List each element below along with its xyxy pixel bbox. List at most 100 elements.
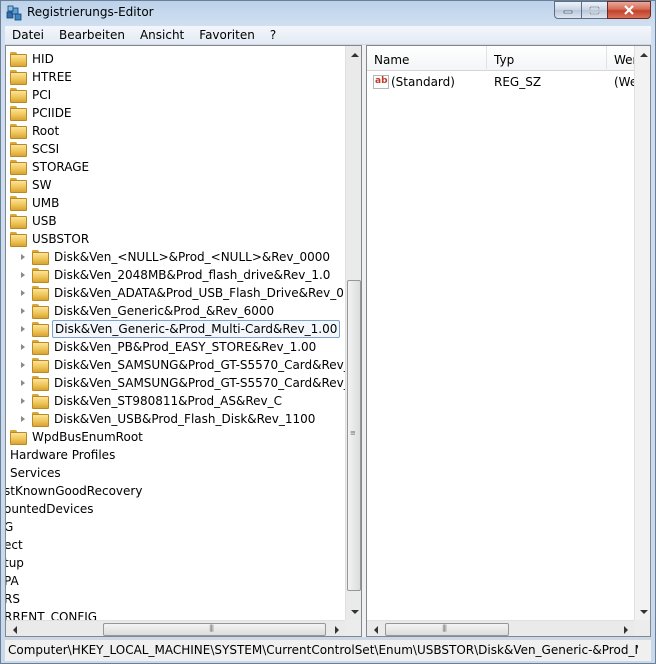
folder-icon [10,70,27,85]
tree-node[interactable]: Services [8,464,63,482]
tree-node[interactable]: Disk&Ven_2048MB&Prod_flash_drive&Rev_1.0 [19,266,332,284]
tree-node-label: SW [32,178,52,192]
tree-scroll-right-button[interactable] [328,621,345,636]
title-bar[interactable]: Registrierungs-Editor [1,1,655,25]
tree-node[interactable]: PCIIDE [10,104,74,122]
tree-node[interactable]: RS [6,590,22,608]
tree-node[interactable]: Disk&Ven_ADATA&Prod_USB_Flash_Drive&Rev_… [19,284,345,302]
arrow-right-icon [623,625,628,634]
folder-icon [32,340,49,355]
folder-icon [10,142,27,157]
tree-node[interactable]: Disk&Ven_Generic&Prod_&Rev_6000 [19,302,276,320]
folder-icon [32,304,49,319]
tree-node[interactable]: Disk&Ven_SAMSUNG&Prod_GT-S5570_Card&Rev_… [19,356,345,374]
tree-node[interactable]: PA [6,572,21,590]
folder-icon [32,394,49,409]
string-value-icon: ab [373,75,389,89]
tree-node[interactable]: WpdBusEnumRoot [10,428,145,446]
tree-node-label: Disk&Ven_USB&Prod_Flash_Disk&Rev_1100 [54,412,316,426]
maximize-icon [589,5,600,15]
tree-node[interactable]: USB [10,212,59,230]
menu-ansicht[interactable]: Ansicht [133,26,192,45]
tree-node-label: USBSTOR [32,232,90,246]
values-scroll-down-button[interactable] [635,603,650,620]
tree-node[interactable]: Hardware Profiles [8,446,117,464]
tree-node[interactable]: G [6,518,15,536]
expand-arrow-icon[interactable] [19,325,28,334]
tree-node-label: Disk&Ven_SAMSUNG&Prod_GT-S5570_Card&Rev_… [54,358,345,372]
arrow-left-icon [12,625,17,634]
menu-bearbeiten[interactable]: Bearbeiten [52,26,133,45]
tree-node[interactable]: PCI [10,86,53,104]
expand-arrow-icon[interactable] [19,397,28,406]
tree-node[interactable]: Disk&Ven_PB&Prod_EASY_STORE&Rev_1.00 [19,338,318,356]
value-name: (Standard) [391,75,455,89]
values-scroll-up-button[interactable] [635,46,650,63]
tree-horizontal-scrollbar[interactable]: ||| [6,620,345,636]
values-horizontal-scrollbar[interactable]: ||| [367,620,634,636]
tree-node[interactable]: RRENT_CONFIG [6,608,99,620]
tree-node[interactable]: HID [10,50,56,68]
expand-arrow-icon[interactable] [19,307,28,316]
grip-icon: ≡ [350,429,356,437]
tree-node[interactable]: Root [10,122,61,140]
tree-node[interactable]: stKnownGoodRecovery [6,482,144,500]
tree-node[interactable]: Disk&Ven_SAMSUNG&Prod_GT-S5570_Card&Rev_… [19,374,345,392]
column-header-name[interactable]: Name [367,46,487,71]
menu-help[interactable]: ? [263,26,284,45]
values-vertical-scrollbar[interactable] [634,46,650,620]
values-scroll-right-button[interactable] [617,621,634,636]
values-list-pane[interactable]: Name Typ Wert ab (Standard) REG_SZ (Wert… [366,45,651,637]
grip-icon: ||| [442,624,447,632]
tree-node-label: PCI [32,88,52,102]
expand-arrow-icon[interactable] [19,379,28,388]
tree-node[interactable]: ountedDevices [6,500,96,518]
folder-icon [32,412,49,427]
tree-node[interactable]: USBSTOR [10,230,91,248]
tree-scroll-up-button[interactable] [346,46,361,63]
arrow-left-icon [373,625,378,634]
tree-vertical-scrollbar[interactable]: ≡ [345,46,361,620]
expand-arrow-icon[interactable] [19,271,28,280]
expand-arrow-icon[interactable] [19,289,28,298]
tree-node-label: Disk&Ven_SAMSUNG&Prod_GT-S5570_Card&Rev_… [54,376,345,390]
tree-node[interactable]: Disk&Ven_ST980811&Prod_AS&Rev_C [19,392,284,410]
maximize-button[interactable] [581,1,607,19]
folder-icon [10,106,27,121]
expand-arrow-icon[interactable] [19,343,28,352]
tree-node-label: HID [32,52,54,66]
tree-node[interactable]: tup [6,554,26,572]
values-scroll-left-button[interactable] [367,621,384,636]
tree-node[interactable]: SCSI [10,140,61,158]
key-tree-pane[interactable]: HID HTREE PCI PCIIDE Root SCSI STORAGE SW UMB USB… [5,45,362,637]
key-tree[interactable]: HID HTREE PCI PCIIDE Root SCSI STORAGE SW UMB USB… [6,46,345,620]
tree-scroll-left-button[interactable] [6,621,23,636]
value-type: REG_SZ [494,75,542,89]
minimize-icon [563,10,573,14]
tree-node[interactable]: Disk&Ven_Generic-&Prod_Multi-Card&Rev_1.… [19,320,341,338]
values-horizontal-scroll-thumb[interactable] [385,623,509,636]
tree-node[interactable]: Disk&Ven_USB&Prod_Flash_Disk&Rev_1100 [19,410,317,428]
tree-scroll-down-button[interactable] [346,603,361,620]
tree-node[interactable]: ect [6,536,25,554]
tree-node[interactable]: HTREE [10,68,74,86]
tree-horizontal-scroll-thumb[interactable] [103,623,326,636]
expand-arrow-icon[interactable] [19,361,28,370]
close-button[interactable] [607,1,651,19]
tree-node[interactable]: Disk&Ven_<NULL>&Prod_<NULL>&Rev_0000 [19,248,332,266]
folder-icon [32,286,49,301]
tree-node[interactable]: SW [10,176,53,194]
tree-node-label: PA [6,574,19,588]
expand-arrow-icon[interactable] [19,415,28,424]
folder-icon [32,358,49,373]
value-row-standard[interactable]: ab (Standard) REG_SZ (Wert [367,73,650,91]
tree-node-label: WpdBusEnumRoot [32,430,143,444]
menu-favoriten[interactable]: Favoriten [192,26,263,45]
expand-arrow-icon[interactable] [19,253,28,262]
minimize-button[interactable] [554,1,581,19]
menu-datei[interactable]: Datei [5,26,52,45]
tree-node[interactable]: STORAGE [10,158,91,176]
tree-node-label: Disk&Ven_Generic&Prod_&Rev_6000 [54,304,275,318]
tree-node[interactable]: UMB [10,194,61,212]
column-header-typ[interactable]: Typ [487,46,607,71]
